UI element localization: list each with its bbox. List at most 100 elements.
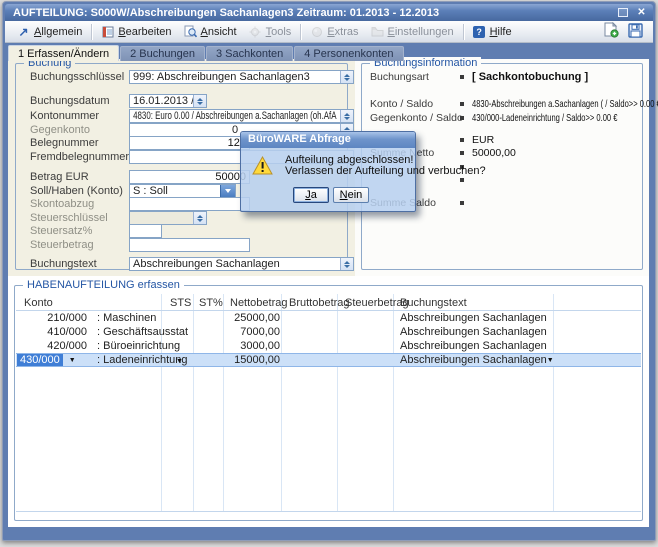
menu-einstellungen[interactable]: Einstellungen — [365, 23, 460, 40]
spinner-icon[interactable] — [340, 110, 353, 122]
table-row[interactable]: 210/000 : Maschinen 25000,00 Abschreibun… — [16, 311, 641, 325]
tab-content-area: 1 Erfassen/Ändern 2 Buchungen 3 Sachkont… — [5, 44, 653, 538]
menu-separator — [463, 24, 464, 40]
menubar: ↗ Allgemein Bearbeiten Ansicht Tools — [5, 21, 653, 43]
field-label: Kontonummer — [30, 110, 99, 122]
tab-personenkonten[interactable]: 4 Personenkonten — [294, 46, 403, 61]
table-row[interactable]: 410/000 : Geschäftsausstat 7000,00 Absch… — [16, 325, 641, 339]
window-title: AUFTEILUNG: S000W/Abschreibungen Sachanl… — [5, 7, 615, 19]
menu-label: Allgemein — [34, 26, 82, 38]
field-label: Steuersatz% — [30, 225, 92, 237]
bullet-icon — [460, 138, 464, 142]
warning-icon — [252, 156, 273, 178]
yes-button[interactable]: Ja — [293, 187, 329, 203]
field-label: Skontoabzug — [30, 198, 94, 210]
menu-label: Ansicht — [201, 26, 237, 38]
menu-extras[interactable]: Extras — [304, 23, 364, 40]
dialog-titlebar[interactable]: BüroWARE Abfrage — [241, 132, 415, 148]
menu-label: Extras — [327, 26, 358, 38]
tab-erfassen-aendern[interactable]: 1 Erfassen/Ändern — [8, 45, 119, 61]
cell-netto: 15000,00 — [224, 354, 282, 366]
cell-buchungstext: Abschreibungen Sachanlagen — [400, 354, 547, 366]
field-label: Steuerschlüssel — [30, 212, 108, 224]
table-header: Konto STS ST% Nettobetrag Bruttobetrag S… — [16, 297, 641, 311]
betrag-input[interactable] — [129, 170, 250, 184]
menu-hilfe[interactable]: ? Hilfe — [467, 23, 518, 40]
menu-tools[interactable]: Tools — [243, 23, 298, 40]
menu-label: Hilfe — [490, 26, 512, 38]
arrow-ne-icon: ↗ — [17, 25, 30, 38]
steuersatz-input[interactable] — [129, 224, 162, 238]
app-window: AUFTEILUNG: S000W/Abschreibungen Sachanl… — [2, 1, 656, 541]
col-header-stp: ST% — [194, 297, 224, 311]
field-label: Buchungsschlüssel — [30, 71, 124, 83]
info-value: 50000,00 — [472, 147, 516, 159]
spinner-icon[interactable] — [340, 71, 353, 83]
col-header-buchungstext: Buchungstext — [394, 297, 554, 311]
tab-sachkonten[interactable]: 3 Sachkonten — [206, 46, 293, 61]
steuerbetrag-input[interactable] — [129, 238, 250, 252]
kontonummer-combo[interactable]: 4830: Euro 0.00 / Abschreibungen a.Sacha… — [129, 109, 354, 123]
steuerschluessel-combo[interactable] — [129, 211, 207, 225]
panel-habenaufteilung: HABENAUFTEILUNG erfassen Konto STS ST% N… — [8, 276, 649, 527]
table-row-selected[interactable]: 430/000 ▼ : Ladeneinrichtung ▼ 15000,00 … — [16, 353, 641, 367]
restore-icon[interactable] — [615, 6, 630, 19]
sollhaben-combo[interactable]: S : Soll — [129, 184, 236, 198]
combo-value: S : Soll — [130, 185, 220, 197]
field-row: Steuerbetrag — [30, 238, 338, 252]
menu-allgemein[interactable]: ↗ Allgemein — [11, 23, 88, 40]
folder-icon — [371, 25, 384, 38]
spinner-icon[interactable] — [193, 212, 206, 224]
field-label: Betrag EUR — [30, 171, 89, 183]
cell-konto: 420/000 — [16, 340, 92, 352]
tab-buchungen[interactable]: 2 Buchungen — [120, 46, 205, 61]
menu-label: Bearbeiten — [118, 26, 171, 38]
magnifier-icon — [184, 25, 197, 38]
info-value: [ Sachkontobuchung ] — [472, 71, 588, 83]
spinner-icon[interactable] — [193, 95, 206, 107]
no-button[interactable]: Nein — [333, 187, 369, 203]
titlebar[interactable]: AUFTEILUNG: S000W/Abschreibungen Sachanl… — [5, 4, 653, 21]
field-label: Gegenkonto — [30, 124, 90, 136]
menu-separator — [300, 24, 301, 40]
bullet-icon — [460, 102, 464, 106]
table-row[interactable]: 420/000 : Büroeinrichtung 3000,00 Abschr… — [16, 339, 641, 353]
new-document-icon[interactable] — [603, 22, 619, 41]
cell-buchungstext: Abschreibungen Sachanlagen — [394, 340, 554, 352]
dropdown-icon[interactable]: ▼ — [69, 357, 76, 364]
combo-value: Abschreibungen Sachanlagen — [130, 258, 340, 270]
buchungsschluessel-combo[interactable]: 999: Abschreibungen Sachanlagen3 — [129, 70, 354, 84]
field-row: Buchungsschlüssel 999: Abschreibungen Sa… — [30, 70, 338, 84]
cell-buchungstext: Abschreibungen Sachanlagen — [394, 312, 554, 324]
bullet-icon — [460, 178, 464, 182]
menu-label: Einstellungen — [388, 26, 454, 38]
col-header-sts: STS — [162, 297, 194, 311]
belegnummer-input[interactable] — [129, 136, 250, 150]
cell-netto: 7000,00 — [224, 326, 282, 338]
menu-ansicht[interactable]: Ansicht — [178, 23, 243, 40]
save-icon[interactable] — [628, 23, 643, 41]
cell-buchungstext: Abschreibungen Sachanlagen — [394, 326, 554, 338]
dropdown-arrow-icon[interactable] — [220, 185, 235, 197]
cell-konto-edit[interactable]: 430/000 — [17, 354, 63, 366]
field-label: Buchungstext — [30, 258, 97, 270]
skontoabzug-input[interactable] — [129, 197, 250, 211]
dropdown-icon[interactable]: ▼ — [176, 358, 183, 365]
gear-icon — [249, 25, 262, 38]
menu-label: Tools — [266, 26, 292, 38]
cell-netto: 25000,00 — [224, 312, 282, 324]
close-icon[interactable]: ✕ — [634, 6, 649, 19]
cell-konto: 410/000 — [16, 326, 92, 338]
menu-bearbeiten[interactable]: Bearbeiten — [95, 23, 177, 40]
bullet-icon — [460, 75, 464, 79]
dropdown-icon[interactable]: ▼ — [547, 357, 554, 364]
buchungsdatum-combo[interactable]: 16.01.2013 /M4 — [129, 94, 207, 108]
buchungstext-combo[interactable]: Abschreibungen Sachanlagen — [129, 257, 354, 271]
field-label: Belegnummer — [30, 137, 98, 149]
info-row: Buchungsart [ Sachkontobuchung ] — [370, 71, 638, 84]
bullet-icon — [460, 151, 464, 155]
dialog-message-line2: Verlassen der Aufteilung und verbuchen? — [285, 165, 486, 177]
spinner-icon[interactable] — [340, 258, 353, 270]
field-label: Buchungsdatum — [30, 95, 110, 107]
combo-value — [130, 212, 193, 224]
